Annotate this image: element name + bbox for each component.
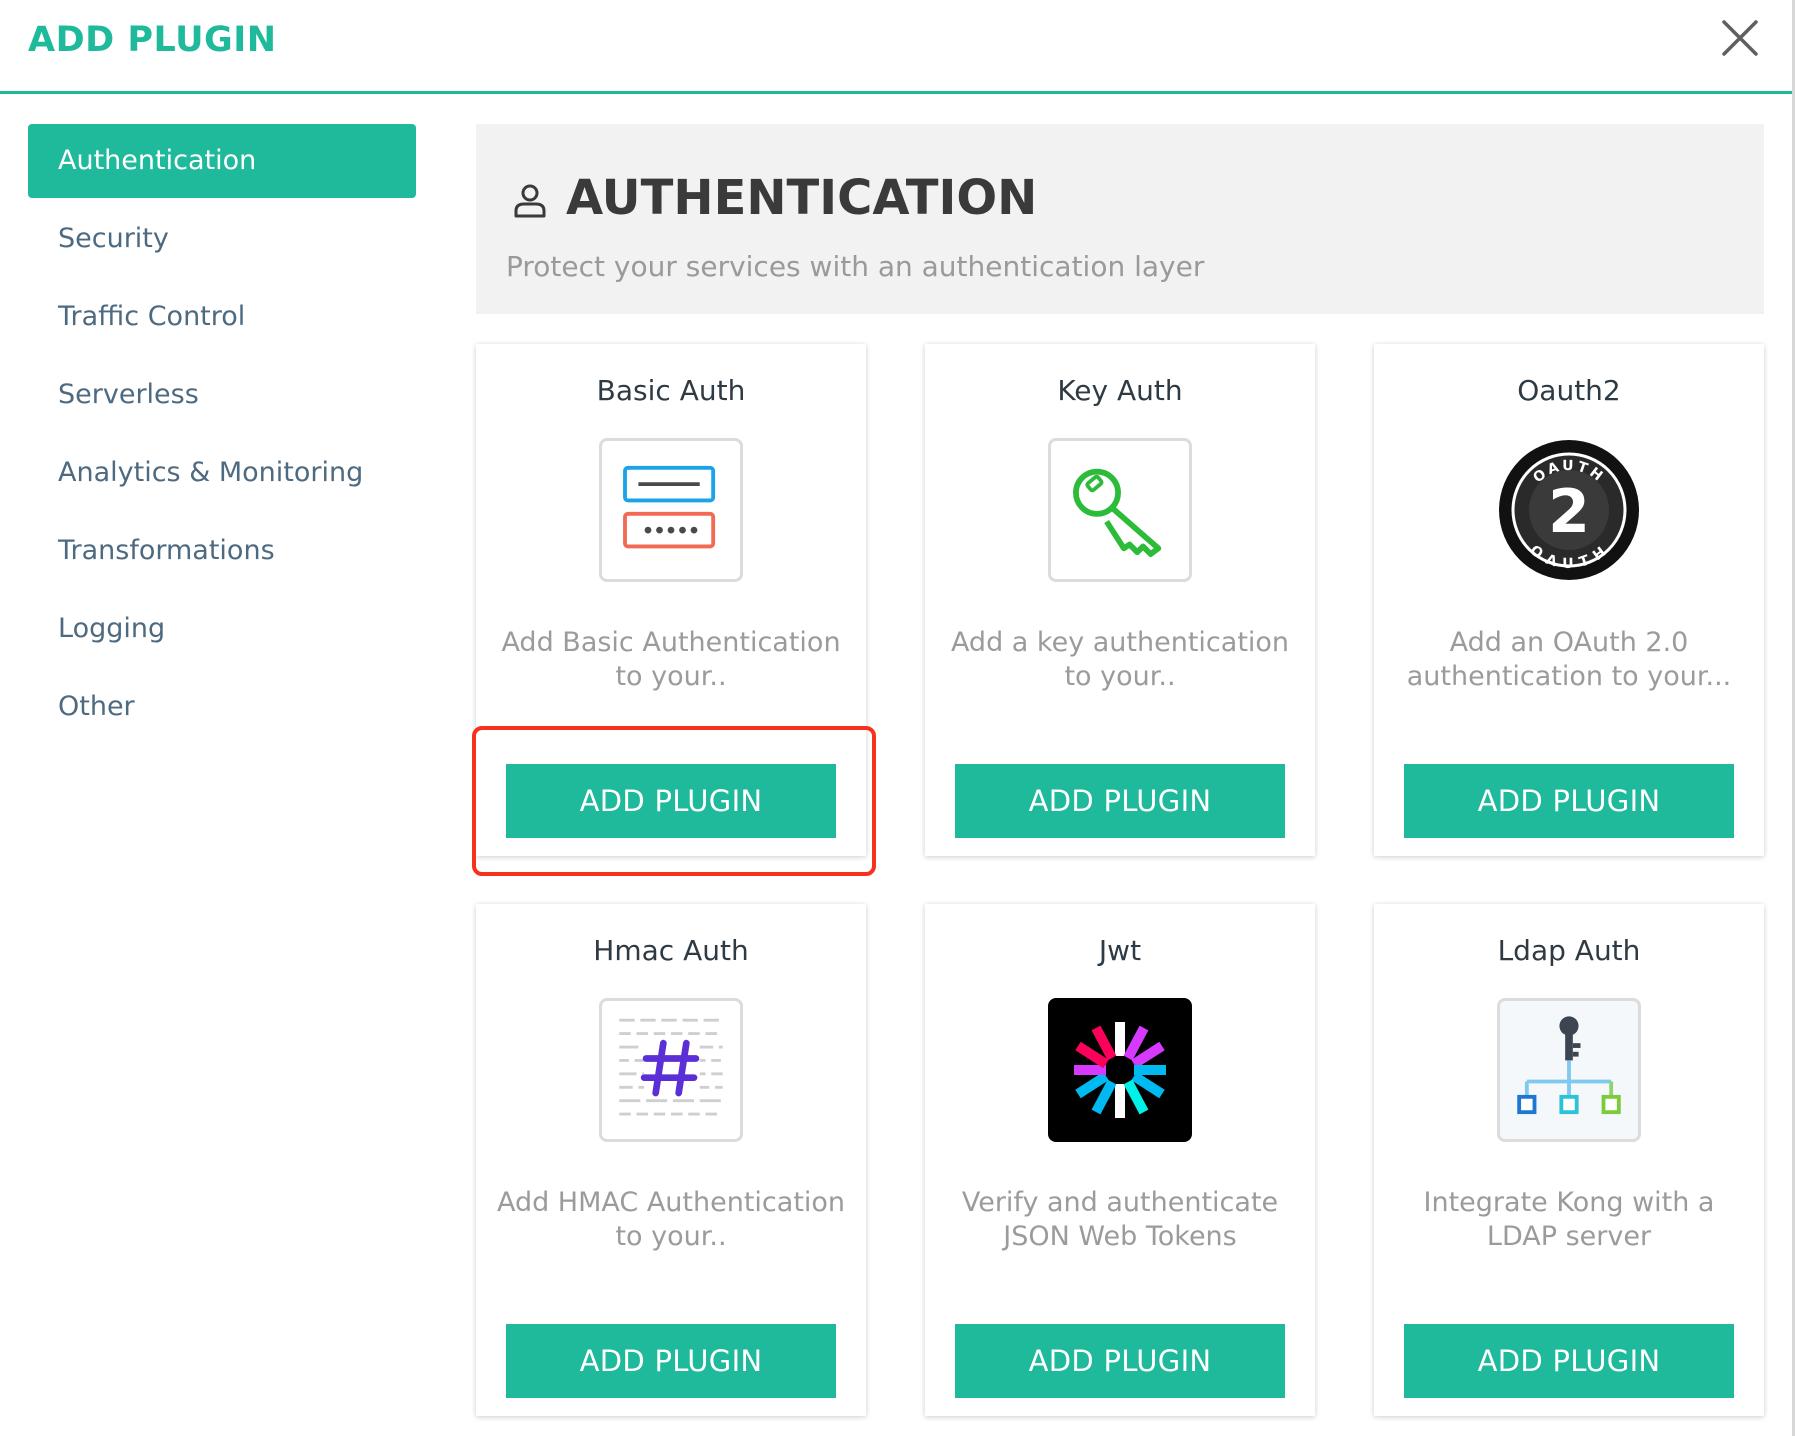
basic-auth-icon — [599, 438, 743, 582]
plugin-title: Key Auth — [1057, 374, 1183, 407]
plugin-description: Add HMAC Authentication to your.. — [496, 1187, 846, 1252]
plugin-card-basic-auth: Basic Auth Add Basic Authentication to y… — [476, 344, 866, 856]
plugin-description: Add Basic Authentication to your.. — [501, 627, 841, 692]
sidebar-item-logging[interactable]: Logging — [28, 592, 416, 666]
modal-title: ADD PLUGIN — [28, 20, 277, 60]
oauth-badge-number: 2 — [1548, 477, 1590, 547]
plugin-description: Add a key authentication to your.. — [950, 627, 1290, 692]
sidebar-item-security[interactable]: Security — [28, 202, 416, 276]
sidebar-item-traffic-control[interactable]: Traffic Control — [28, 280, 416, 354]
close-icon[interactable] — [1718, 16, 1762, 60]
plugin-card-hmac-auth: Hmac Auth Add HMAC Authentication to you… — [476, 904, 866, 1416]
add-plugin-button-oauth2[interactable]: ADD PLUGIN — [1404, 764, 1734, 838]
ldap-icon — [1497, 998, 1641, 1142]
add-plugin-button-key-auth[interactable]: ADD PLUGIN — [955, 764, 1285, 838]
section-header: AUTHENTICATION Protect your services wit… — [476, 124, 1764, 314]
add-plugin-button-hmac-auth[interactable]: ADD PLUGIN — [506, 1324, 836, 1398]
user-icon — [514, 184, 546, 218]
sidebar-item-transformations[interactable]: Transformations — [28, 514, 416, 588]
section-title: AUTHENTICATION — [566, 170, 1038, 226]
add-plugin-button-basic-auth[interactable]: ADD PLUGIN — [506, 764, 836, 838]
plugin-card-key-auth: Key Auth Add a key authentication to you… — [925, 344, 1315, 856]
jwt-icon — [1048, 998, 1192, 1142]
sidebar-item-analytics-monitoring[interactable]: Analytics & Monitoring — [28, 436, 416, 510]
oauth2-icon: OAUTH OAUTH 2 — [1499, 440, 1639, 580]
modal-header: ADD PLUGIN — [0, 0, 1792, 94]
add-plugin-button-ldap-auth[interactable]: ADD PLUGIN — [1404, 1324, 1734, 1398]
sidebar-item-other[interactable]: Other — [28, 670, 416, 744]
add-plugin-button-jwt[interactable]: ADD PLUGIN — [955, 1324, 1285, 1398]
plugin-title: Hmac Auth — [593, 934, 749, 967]
plugin-card-ldap-auth: Ldap Auth Integrate Kong with a LDAP ser… — [1374, 904, 1764, 1416]
key-icon — [1048, 438, 1192, 582]
section-subtitle: Protect your services with an authentica… — [506, 250, 1205, 283]
category-sidebar: Authentication Security Traffic Control … — [28, 124, 416, 748]
plugin-title: Ldap Auth — [1497, 934, 1641, 967]
plugin-card-jwt: Jwt Verify and authenticate JSON Web Tok… — [925, 904, 1315, 1416]
plugin-title: Jwt — [1098, 934, 1142, 967]
plugin-card-oauth2: Oauth2 OAUTH OAUTH 2 Add an OAuth 2.0 au… — [1374, 344, 1764, 856]
add-plugin-modal: ADD PLUGIN Authentication Security Traff… — [0, 0, 1795, 1436]
sidebar-item-serverless[interactable]: Serverless — [28, 358, 416, 432]
hash-icon — [599, 998, 743, 1142]
sidebar-item-authentication[interactable]: Authentication — [28, 124, 416, 198]
plugin-description: Integrate Kong with a LDAP server — [1423, 1187, 1715, 1252]
plugin-title: Basic Auth — [596, 374, 746, 407]
plugin-description: Verify and authenticate JSON Web Tokens — [961, 1187, 1279, 1252]
plugin-title: Oauth2 — [1517, 374, 1621, 407]
plugin-description: Add an OAuth 2.0 authentication to your.… — [1406, 627, 1732, 692]
